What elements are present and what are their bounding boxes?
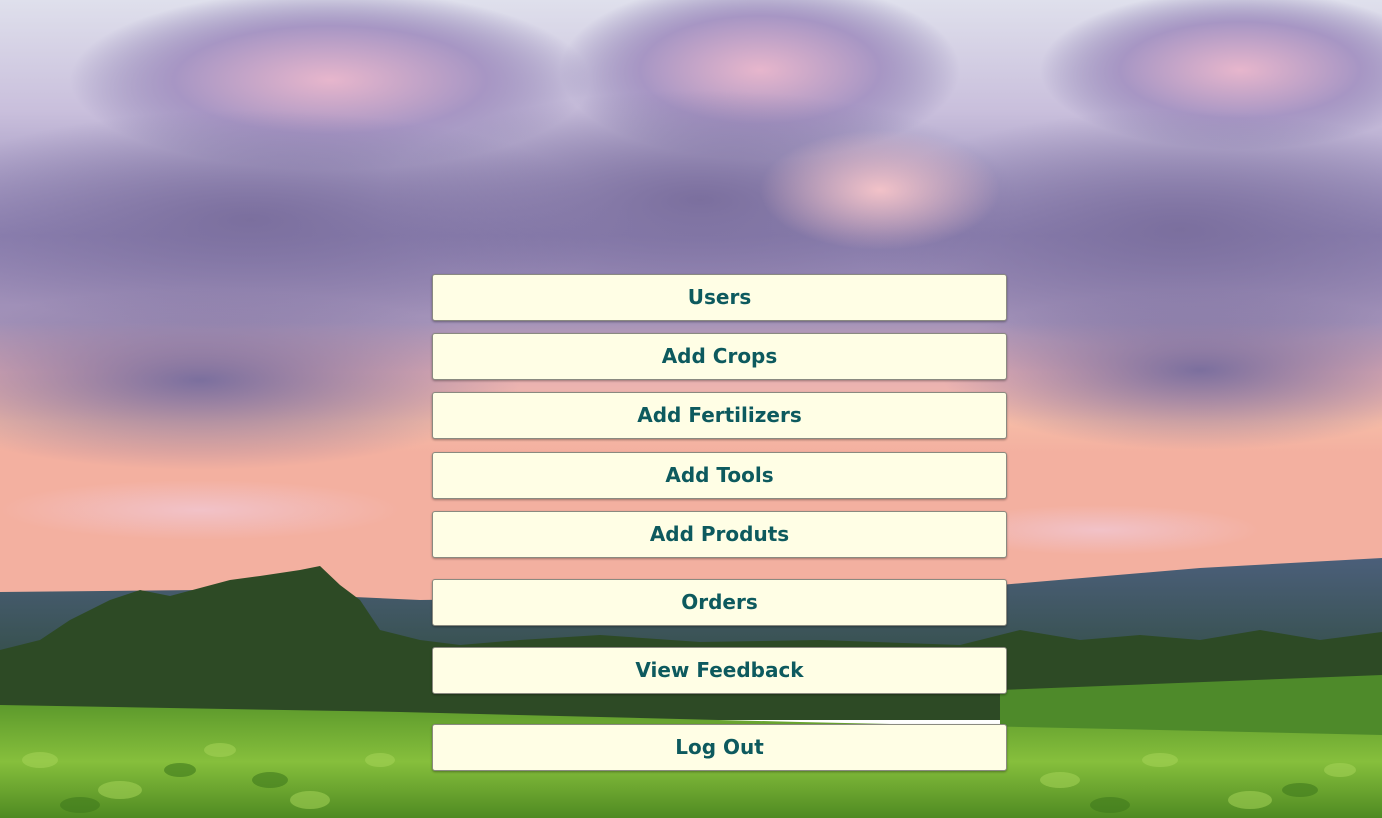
add-crops-button-label: Add Crops (661, 344, 778, 368)
view-feedback-button-label: View Feedback (635, 658, 804, 682)
add-crops-button[interactable]: Add Crops (432, 333, 1007, 380)
add-products-button-label: Add Produts (649, 522, 790, 546)
add-products-button[interactable]: Add Produts (432, 511, 1007, 558)
add-tools-button-label: Add Tools (665, 463, 774, 487)
view-feedback-button[interactable]: View Feedback (432, 647, 1007, 694)
add-tools-button[interactable]: Add Tools (432, 452, 1007, 499)
log-out-button[interactable]: Log Out (432, 724, 1007, 771)
users-button-label: Users (687, 285, 752, 309)
orders-button-label: Orders (681, 590, 758, 614)
orders-button[interactable]: Orders (432, 579, 1007, 626)
users-button[interactable]: Users (432, 274, 1007, 321)
log-out-button-label: Log Out (675, 735, 764, 759)
add-fertilizers-button[interactable]: Add Fertilizers (432, 392, 1007, 439)
admin-menu: Users Add Crops Add Fertilizers Add Tool… (432, 0, 1007, 818)
add-fertilizers-button-label: Add Fertilizers (637, 403, 802, 427)
